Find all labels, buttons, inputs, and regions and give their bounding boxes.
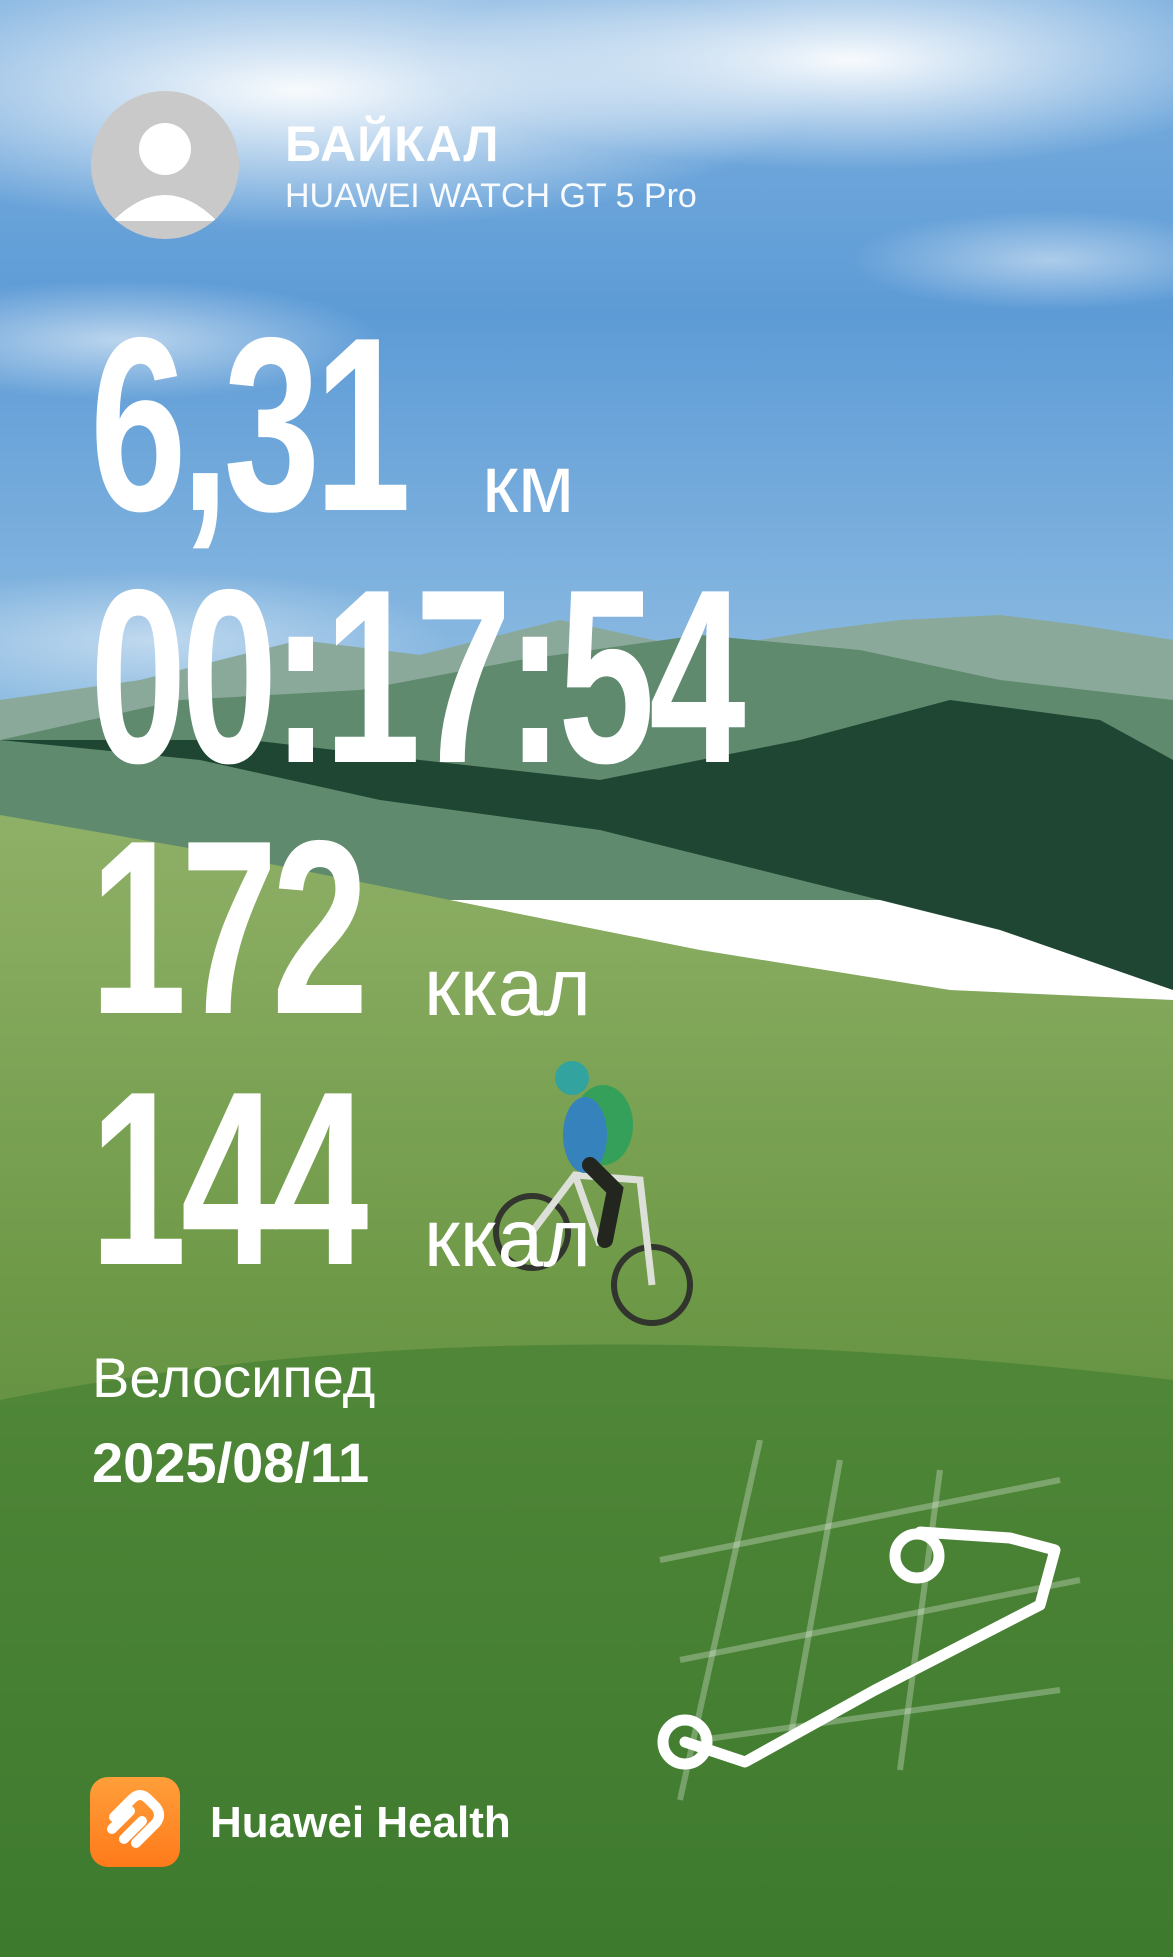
huawei-health-logo (90, 1777, 180, 1867)
active-calories-value: 144 (90, 1039, 368, 1317)
calories-value: 172 (90, 788, 368, 1066)
device-name: HUAWEI WATCH GT 5 Pro (285, 177, 697, 215)
activity-date: 2025/08/11 (92, 1431, 370, 1494)
calories-unit: ккал (424, 942, 592, 1033)
distance-value: 6,31 (90, 285, 411, 563)
brand-name: Huawei Health (210, 1798, 511, 1847)
distance-stat: 6,31 км (90, 285, 574, 563)
active-calories-unit: ккал (424, 1193, 592, 1284)
user-icon (113, 123, 217, 221)
calories-stat: 172 ккал (90, 788, 591, 1066)
user-name: БАЙКАЛ (285, 116, 500, 172)
heart-icon (107, 1790, 164, 1848)
duration-value: 00:17:54 (90, 537, 746, 815)
route-map-icon (657, 1440, 1081, 1801)
activity-type: Велосипед (92, 1346, 376, 1409)
avatar (91, 91, 239, 239)
distance-unit: км (482, 439, 575, 530)
active-calories-stat: 144 ккал (90, 1039, 591, 1317)
duration-stat: 00:17:54 (90, 552, 1019, 800)
